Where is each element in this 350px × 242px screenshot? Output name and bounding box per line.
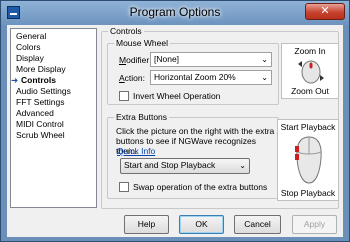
ok-button[interactable]: OK	[179, 215, 224, 234]
chevron-down-icon: ⌄	[261, 55, 268, 64]
modifier-dropdown[interactable]: [None] ⌄	[150, 52, 272, 67]
zoom-out-label: Zoom Out	[291, 86, 329, 96]
start-playback-label: Start Playback	[280, 122, 336, 132]
options-category-list[interactable]: General Colors Display More Display ➜ Con…	[10, 28, 97, 208]
nav-item-more-display[interactable]: More Display	[11, 64, 96, 75]
playback-value: Start and Stop Playback	[124, 160, 216, 170]
nav-item-display[interactable]: Display	[11, 53, 96, 64]
chevron-down-icon: ⌄	[261, 73, 268, 82]
apply-button[interactable]: Apply	[292, 215, 337, 234]
nav-item-general[interactable]: General	[11, 31, 96, 42]
nav-item-midi-control[interactable]: MIDI Control	[11, 119, 96, 130]
extra-buttons-mouse-picture[interactable]: Start Playback Stop Playback	[277, 119, 339, 201]
nav-item-scrub-wheel[interactable]: Scrub Wheel	[11, 130, 96, 141]
action-dropdown[interactable]: Horizontal Zoom 20% ⌄	[150, 70, 272, 85]
nav-item-colors[interactable]: Colors	[11, 42, 96, 53]
playback-dropdown[interactable]: Start and Stop Playback ⌄	[120, 158, 250, 174]
title-bar[interactable]: Program Options ✕	[1, 1, 349, 25]
help-button[interactable]: Help	[124, 215, 169, 234]
modifier-label: Modifier:	[119, 55, 152, 65]
cancel-button[interactable]: Cancel	[234, 215, 281, 234]
mouse-wheel-icon	[298, 60, 324, 84]
quick-info-link[interactable]: Quick Info	[117, 146, 155, 157]
zoom-in-label: Zoom In	[294, 46, 326, 56]
nav-item-audio-settings[interactable]: Audio Settings	[11, 86, 96, 97]
window-title: Program Options	[129, 5, 221, 19]
selected-arrow-icon: ➜	[11, 75, 19, 85]
action-value: Horizontal Zoom 20%	[154, 72, 236, 82]
mouse-extra-buttons-icon	[295, 136, 322, 184]
stop-playback-label: Stop Playback	[280, 188, 336, 198]
extra-buttons-group-title: Extra Buttons	[114, 112, 170, 123]
invert-wheel-label[interactable]: Invert Wheel Operation	[133, 91, 220, 102]
dialog-client-area: General Colors Display More Display ➜ Con…	[7, 25, 343, 237]
zoom-mouse-picture[interactable]: Zoom In Zoom Out	[281, 43, 339, 99]
close-button[interactable]: ✕	[305, 3, 345, 20]
mouse-wheel-group-title: Mouse Wheel	[114, 38, 170, 49]
swap-buttons-checkbox[interactable]	[119, 182, 129, 192]
options-window: Program Options ✕ General Colors Display…	[0, 0, 350, 242]
invert-wheel-checkbox[interactable]	[119, 91, 129, 101]
nav-item-fft-settings[interactable]: FFT Settings	[11, 97, 96, 108]
nav-item-controls-label: Controls	[21, 75, 56, 85]
nav-item-controls[interactable]: ➜ Controls	[11, 75, 96, 86]
controls-group-title: Controls	[108, 26, 144, 37]
swap-buttons-label[interactable]: Swap operation of the extra buttons	[133, 182, 267, 193]
close-icon: ✕	[320, 5, 330, 17]
modifier-value: [None]	[154, 54, 180, 64]
nav-item-advanced[interactable]: Advanced	[11, 108, 96, 119]
chevron-down-icon: ⌄	[239, 161, 246, 170]
action-label: Action:	[119, 73, 145, 83]
